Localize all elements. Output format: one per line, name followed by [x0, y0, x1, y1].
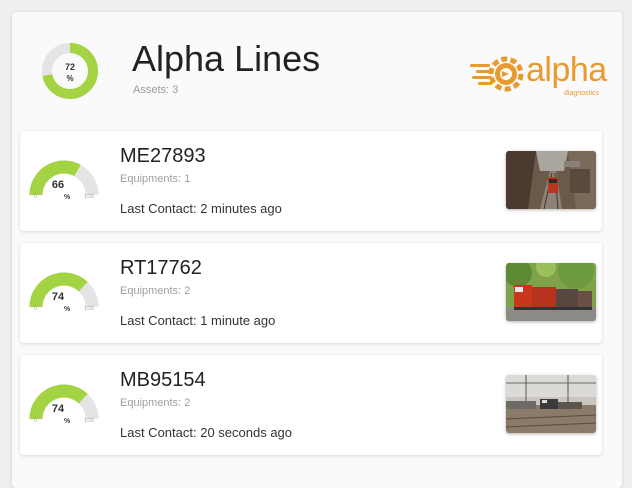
asset-name[interactable]: MB95154 — [120, 369, 206, 392]
gauge-min: 0 — [34, 194, 38, 200]
asset-name[interactable]: ME27893 — [120, 145, 206, 168]
last-contact: Last Contact: 1 minute ago — [120, 313, 276, 328]
asset-card[interactable]: 74 % 0 100 MB95154 Equipments: 2 Last Co… — [20, 355, 602, 455]
equipment-count: Equipments: 2 — [120, 285, 191, 297]
gauge-unit: % — [64, 418, 71, 425]
last-contact: Last Contact: 2 minutes ago — [120, 201, 282, 216]
alpha-diagnostics-logo: alpha diagnostics — [468, 50, 614, 100]
asset-card[interactable]: 74 % 0 100 RT17762 Equipments: 2 Last Co… — [20, 243, 602, 343]
train-canyon-photo[interactable] — [506, 151, 596, 209]
page-title: Alpha Lines — [132, 38, 321, 79]
gauge-value: 74 — [51, 291, 65, 303]
gauge-unit: % — [64, 194, 71, 201]
train-forest-photo[interactable] — [506, 263, 596, 321]
gauge-unit: % — [64, 306, 71, 313]
gauge-value: 74 — [51, 403, 65, 415]
asset-name[interactable]: RT17762 — [120, 257, 202, 280]
train-yard-photo[interactable] — [506, 375, 596, 433]
logo-wordmark: alpha — [526, 51, 607, 89]
last-contact: Last Contact: 20 seconds ago — [120, 425, 293, 440]
asset-card[interactable]: 66 % 0 100 ME27893 Equipments: 1 Last Co… — [20, 131, 602, 231]
gauge-max: 100 — [84, 418, 95, 424]
equipment-count: Equipments: 1 — [120, 173, 191, 185]
gauge-max: 100 — [84, 306, 95, 312]
gauge-max: 100 — [84, 194, 95, 200]
logo-subtitle: diagnostics — [564, 90, 600, 97]
gauge-min: 0 — [34, 418, 38, 424]
fleet-health-donut: 72 % — [40, 36, 100, 106]
donut-value: 72 — [65, 62, 75, 72]
equipment-count: Equipments: 2 — [120, 397, 191, 409]
gauge-value: 66 — [51, 179, 65, 191]
gauge-min: 0 — [34, 306, 38, 312]
donut-unit: % — [66, 74, 73, 83]
fleet-header: 72 % Alpha Lines Assets: 3 alpha diagnos… — [12, 12, 622, 132]
assets-count: Assets: 3 — [133, 84, 179, 96]
